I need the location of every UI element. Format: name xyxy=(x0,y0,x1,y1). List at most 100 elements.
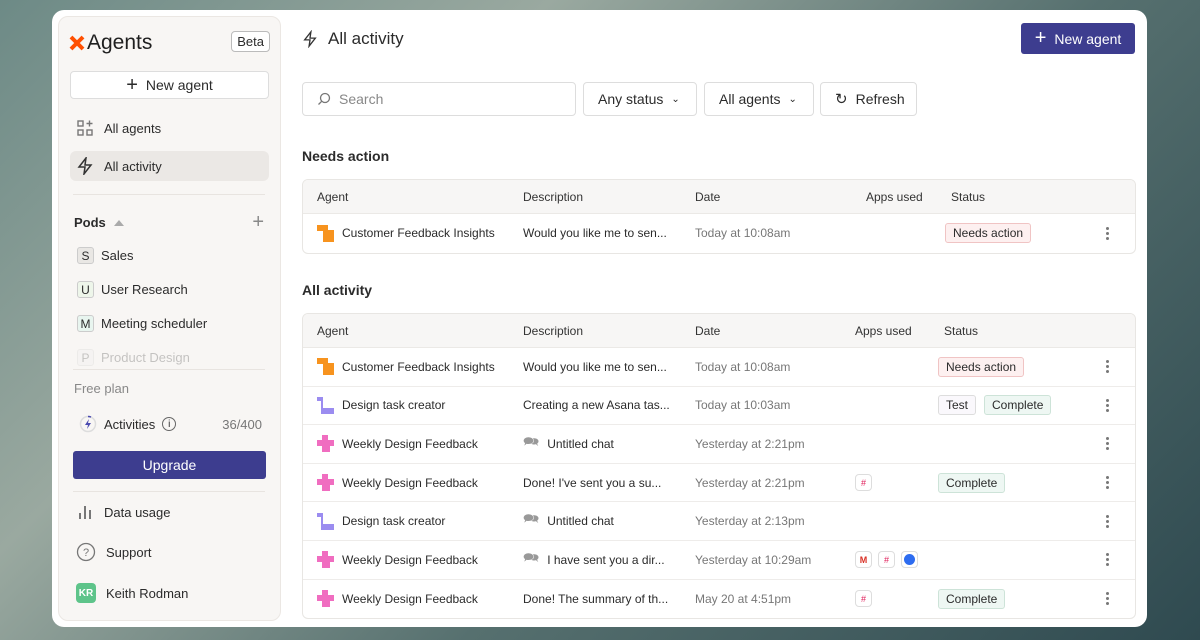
table-row[interactable]: Weekly Design Feedback Done! I've sent yo… xyxy=(303,464,1135,503)
add-pod-button[interactable]: + xyxy=(252,211,264,234)
status-badge: Test xyxy=(938,395,977,416)
section-title-needs-action: Needs action xyxy=(302,148,390,164)
status-cell: Complete xyxy=(938,464,1006,502)
pod-item[interactable]: M Meeting scheduler xyxy=(77,315,207,332)
info-icon[interactable]: i xyxy=(162,417,177,431)
date-cell: Yesterday at 10:29am xyxy=(695,552,812,567)
table-header: Agent Description Date Apps used Status xyxy=(303,314,1135,348)
agent-name: Weekly Design Feedback xyxy=(342,552,478,567)
label: New agent xyxy=(1054,30,1122,47)
table-row[interactable]: Design task creator 🗪 Untitled chat Yesterd… xyxy=(303,502,1135,541)
search-placeholder: Search xyxy=(339,91,384,107)
column-header-apps-used[interactable]: Apps used xyxy=(866,180,923,213)
more-options-icon[interactable] xyxy=(1106,348,1109,386)
column-header-apps-used[interactable]: Apps used xyxy=(855,314,912,347)
main-content: All activity + New agent Search Any statu… xyxy=(302,10,1147,627)
apps-cell: M # xyxy=(855,541,918,579)
description-cell: Creating a new Asana tas... xyxy=(523,387,670,425)
column-header-description[interactable]: Description xyxy=(523,314,583,347)
pod-badge: S xyxy=(77,247,94,264)
agent-cell[interactable]: Customer Feedback Insights xyxy=(317,348,495,386)
pink-agent-icon xyxy=(317,551,334,569)
sidebar-item-all-activity[interactable]: All activity xyxy=(70,151,269,181)
more-options-icon[interactable] xyxy=(1106,464,1109,502)
pods-toggle[interactable]: Pods xyxy=(74,215,124,230)
plan-label: Free plan xyxy=(74,381,129,396)
agent-name: Weekly Design Feedback xyxy=(342,591,478,606)
table-row[interactable]: Weekly Design Feedback 🗪 I have sent you a… xyxy=(303,541,1135,580)
search-input[interactable]: Search xyxy=(302,82,576,116)
apps-cell: # xyxy=(855,580,872,619)
agent-cell[interactable]: Customer Feedback Insights xyxy=(317,214,495,253)
chat-icon: 🗪 xyxy=(523,549,540,565)
description-cell: 🗪 Untitled chat xyxy=(523,502,614,540)
status-badge: Needs action xyxy=(938,356,1025,377)
agents-dropdown[interactable]: All agents ⌄ xyxy=(704,82,814,116)
status-cell: Complete xyxy=(938,580,1006,619)
status-dropdown[interactable]: Any status ⌄ xyxy=(583,82,697,116)
agent-cell[interactable]: Weekly Design Feedback xyxy=(317,425,478,463)
refresh-button[interactable]: ↻ Refresh xyxy=(820,82,917,116)
more-options-icon[interactable] xyxy=(1106,502,1109,540)
column-header-date[interactable]: Date xyxy=(695,314,720,347)
pod-item[interactable]: U User Research xyxy=(77,281,188,298)
pink-agent-icon xyxy=(317,474,334,492)
description-text: Untitled chat xyxy=(547,514,614,529)
table-row[interactable]: Customer Feedback Insights Would you like… xyxy=(303,348,1135,387)
column-header-status[interactable]: Status xyxy=(951,180,985,213)
more-options-icon[interactable] xyxy=(1106,425,1109,463)
section-title-all-activity: All activity xyxy=(302,282,373,298)
brand-name: Agents xyxy=(87,31,153,54)
chevron-down-icon: ⌄ xyxy=(788,93,797,105)
status-cell: Needs action xyxy=(945,214,1032,253)
pod-badge: P xyxy=(77,349,94,366)
more-options-icon[interactable] xyxy=(1106,541,1109,579)
sidebar-item-support[interactable]: ? Support xyxy=(70,537,269,567)
table-row[interactable]: Design task creator Creating a new Asana … xyxy=(303,387,1135,426)
agent-cell[interactable]: Design task creator xyxy=(317,387,445,425)
pod-item[interactable]: P Product Design xyxy=(77,349,190,366)
nav-label: Support xyxy=(106,544,152,560)
sidebar: Agents Beta + New agent All agents All ac… xyxy=(58,16,281,621)
agent-name: Customer Feedback Insights xyxy=(342,359,495,374)
more-options-icon[interactable] xyxy=(1106,580,1109,619)
lightning-icon xyxy=(77,157,93,175)
status-badge: Complete xyxy=(984,395,1052,416)
more-options-icon[interactable] xyxy=(1106,214,1109,253)
agent-name: Weekly Design Feedback xyxy=(342,475,478,490)
lightning-icon xyxy=(303,30,317,48)
new-agent-button[interactable]: + New agent xyxy=(1021,23,1135,54)
app-window: Agents Beta + New agent All agents All ac… xyxy=(52,10,1147,627)
purple-agent-icon xyxy=(317,512,334,530)
agent-cell[interactable]: Weekly Design Feedback xyxy=(317,464,478,502)
agent-cell[interactable]: Weekly Design Feedback xyxy=(317,541,478,579)
column-header-date[interactable]: Date xyxy=(695,180,720,213)
more-options-icon[interactable] xyxy=(1106,387,1109,425)
logo[interactable]: Agents xyxy=(69,31,152,55)
sidebar-item-data-usage[interactable]: Data usage xyxy=(70,497,269,527)
sidebar-new-agent-button[interactable]: + New agent xyxy=(70,71,269,99)
chevron-down-icon: ⌄ xyxy=(671,93,680,105)
status-cell: Test Complete xyxy=(938,387,1052,425)
user-profile[interactable]: KR Keith Rodman xyxy=(70,578,269,608)
table-row[interactable]: Customer Feedback Insights Would you like… xyxy=(303,214,1135,253)
pod-item[interactable]: S Sales xyxy=(77,247,134,264)
column-header-description[interactable]: Description xyxy=(523,180,583,213)
sidebar-item-all-agents[interactable]: All agents xyxy=(70,113,269,143)
pink-agent-icon xyxy=(317,435,334,453)
upgrade-button[interactable]: Upgrade xyxy=(73,451,266,479)
agent-cell[interactable]: Weekly Design Feedback xyxy=(317,580,478,619)
table-row[interactable]: Weekly Design Feedback 🗪 Untitled chat Yest… xyxy=(303,425,1135,464)
column-header-agent[interactable]: Agent xyxy=(317,314,348,347)
description-cell: Would you like me to sen... xyxy=(523,348,667,386)
agent-cell[interactable]: Design task creator xyxy=(317,502,445,540)
description-cell: Done! The summary of th... xyxy=(523,580,668,619)
column-header-status[interactable]: Status xyxy=(944,314,978,347)
label: Refresh xyxy=(855,91,905,107)
user-name: Keith Rodman xyxy=(106,585,189,601)
column-header-agent[interactable]: Agent xyxy=(317,180,348,213)
label: All agents xyxy=(719,91,781,107)
status-badge: Complete xyxy=(938,588,1006,609)
agent-name: Design task creator xyxy=(342,398,446,413)
table-row[interactable]: Weekly Design Feedback Done! The summary … xyxy=(303,580,1135,619)
